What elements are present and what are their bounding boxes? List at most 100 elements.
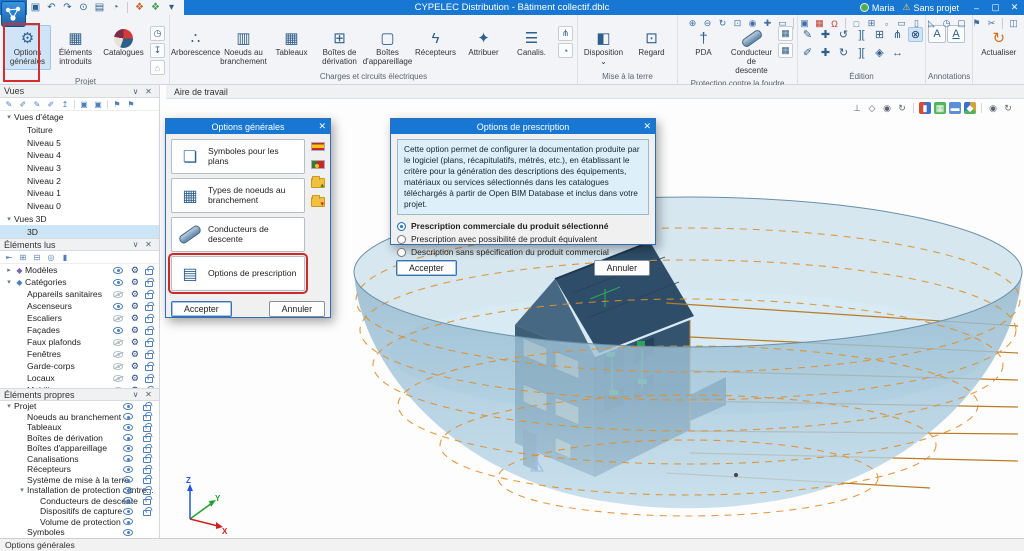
- elements-lus-close-icon[interactable]: ✕: [142, 240, 155, 249]
- canalis-button[interactable]: ☰Canalis.: [508, 25, 555, 61]
- tree-item-noeuds-au-branchement[interactable]: Noeuds au branchement: [0, 412, 159, 423]
- lock-toggle-icon[interactable]: [143, 486, 151, 495]
- move-view-icon[interactable]: ✚: [761, 17, 774, 30]
- tree-item-niveau-4[interactable]: Niveau 4: [0, 149, 159, 162]
- options-gear-icon[interactable]: ⚙: [131, 313, 139, 324]
- tree-item-appareils-sanitaires[interactable]: Appareils sanitaires⚙: [0, 288, 159, 300]
- tree-item-symboles[interactable]: Symboles: [0, 527, 159, 538]
- visibility-toggle-icon[interactable]: [123, 403, 133, 410]
- visibility-toggle-icon[interactable]: [113, 339, 123, 346]
- portugal-flag-icon[interactable]: [311, 160, 325, 169]
- symetrie-axe-button[interactable]: ][: [854, 45, 869, 60]
- tree-item-fen-tres[interactable]: Fenêtres⚙: [0, 348, 159, 360]
- protractor-icon[interactable]: ◺: [925, 17, 938, 30]
- options-generales-button[interactable]: ⚙Options générales: [4, 25, 51, 70]
- visibility-toggle-icon[interactable]: [113, 315, 123, 322]
- tree-item-niveau-5[interactable]: Niveau 5: [0, 136, 159, 149]
- options-gear-icon[interactable]: ⚙: [131, 337, 139, 348]
- lock-toggle-icon[interactable]: [145, 302, 153, 311]
- edit-view-icon[interactable]: ✎: [3, 99, 15, 110]
- lock-toggle-icon[interactable]: [145, 266, 153, 275]
- tree-item-bo-tes-d-appareillage[interactable]: Boîtes d'appareillage: [0, 443, 159, 454]
- visibility-toggle-icon[interactable]: [123, 508, 133, 515]
- copy-view-icon[interactable]: ▣: [78, 99, 90, 110]
- deplacer-point-button[interactable]: ✚: [818, 45, 833, 60]
- lock-toggle-icon[interactable]: [145, 278, 153, 287]
- visibility-toggle-icon[interactable]: [123, 445, 133, 452]
- tree-item-toiture[interactable]: Toiture: [0, 124, 159, 137]
- annuler-button[interactable]: Annuler: [594, 260, 650, 276]
- types-de-noeuds-au-branchement-button[interactable]: ▦Types de noeuds au branchement: [171, 178, 305, 213]
- tree-item-niveau-1[interactable]: Niveau 1: [0, 187, 159, 200]
- tree-item-canalisations[interactable]: Canalisations: [0, 454, 159, 465]
- radio-icon[interactable]: [397, 248, 406, 257]
- options-gear-icon[interactable]: ⚙: [131, 361, 139, 372]
- edit-reference-icon[interactable]: ✎: [31, 99, 43, 110]
- visibility-toggle-icon[interactable]: [113, 351, 123, 358]
- grid-config-icon[interactable]: ▦: [813, 17, 826, 30]
- effacer-button[interactable]: ✐: [800, 45, 815, 60]
- tree-item-3d[interactable]: 3D: [0, 225, 159, 238]
- tree-item-syst-me-de-mise-la-terre[interactable]: Système de mise à la terre: [0, 475, 159, 486]
- show-references-icon[interactable]: ⚑: [111, 99, 123, 110]
- maille-au-sol-button[interactable]: ▦: [778, 43, 793, 58]
- zoom-previous-icon[interactable]: ⊖: [701, 17, 714, 30]
- dialog-close-icon[interactable]: ✕: [318, 119, 326, 134]
- history-icon[interactable]: ◷: [940, 17, 953, 30]
- catalogues-button[interactable]: Catalogues: [100, 25, 147, 61]
- split-view-icon[interactable]: ◫: [1007, 17, 1020, 30]
- view-3d-icon[interactable]: ◔: [109, 1, 122, 14]
- visibility-toggle-icon[interactable]: [113, 267, 123, 274]
- visibility-toggle-icon[interactable]: [123, 434, 133, 441]
- lock-toggle-icon[interactable]: [143, 475, 151, 484]
- work-area-tab[interactable]: Aire de travail: [166, 85, 1024, 99]
- search-icon[interactable]: ⊙: [77, 1, 90, 14]
- tree-arrow-icon[interactable]: ▾: [4, 278, 14, 286]
- visibility-icon[interactable]: ◉: [987, 102, 999, 114]
- tree-item-vues-d-tage[interactable]: ▾Vues d'étage: [0, 111, 159, 124]
- tree-item-garde-corps[interactable]: Garde-corps⚙: [0, 360, 159, 372]
- tree-item-ascenseurs[interactable]: Ascenseurs⚙: [0, 300, 159, 312]
- lock-toggle-icon[interactable]: [143, 465, 151, 474]
- visibility-toggle-icon[interactable]: [123, 424, 133, 431]
- elements-propres-collapse-icon[interactable]: ∨: [129, 390, 142, 399]
- expand-level-icon[interactable]: ⊞: [17, 252, 29, 263]
- lock-toggle-icon[interactable]: [145, 326, 153, 335]
- sheet-icon[interactable]: ▢: [955, 17, 968, 30]
- redimensionner-button[interactable]: ↔: [890, 45, 905, 60]
- tree-item-installation-de-protection-contre-[interactable]: ▾Installation de protection contre...: [0, 485, 159, 496]
- lock-toggle-icon[interactable]: [143, 412, 151, 421]
- conducteur-de-descente-button[interactable]: Conducteur de descente: [728, 25, 775, 78]
- radio-icon[interactable]: [397, 235, 406, 244]
- vues-collapse-icon[interactable]: ∨: [129, 87, 142, 96]
- collapse-all-icon[interactable]: ⇤: [3, 252, 15, 263]
- options-gear-icon[interactable]: ⚙: [131, 301, 139, 312]
- visibility-toggle-icon[interactable]: [123, 529, 133, 536]
- clip-red-blue-icon[interactable]: ▮: [919, 102, 931, 114]
- tableaux-button[interactable]: ▦Tableaux: [268, 25, 315, 61]
- visibility-toggle-icon[interactable]: [123, 466, 133, 473]
- camera-icon[interactable]: ◉: [881, 102, 893, 114]
- project-status-chip[interactable]: ⚠Sans projet: [902, 2, 959, 13]
- full-screen-icon[interactable]: ▭: [776, 17, 789, 30]
- modele-bim-button[interactable]: ⌂: [150, 60, 165, 75]
- lock-toggle-icon[interactable]: [143, 454, 151, 463]
- options-gear-icon[interactable]: ⚙: [131, 325, 139, 336]
- delete-view-icon[interactable]: ✐: [45, 99, 57, 110]
- tree-arrow-icon[interactable]: ▾: [4, 402, 14, 410]
- isometric-icon[interactable]: ◇: [866, 102, 878, 114]
- dimension-icon[interactable]: ▭: [895, 17, 908, 30]
- visibility-toggle-icon[interactable]: [123, 518, 133, 525]
- visibility-toggle-icon[interactable]: [113, 363, 123, 370]
- tree-item-niveau-2[interactable]: Niveau 2: [0, 174, 159, 187]
- lock-toggle-icon[interactable]: [143, 423, 151, 432]
- visibility-toggle-icon[interactable]: [113, 327, 123, 334]
- tree-item-dispositifs-de-capture[interactable]: Dispositifs de capture: [0, 506, 159, 517]
- lock-toggle-icon[interactable]: [143, 496, 151, 505]
- zoom-fit-icon[interactable]: ⊕: [686, 17, 699, 30]
- orbit-icon[interactable]: ↻: [716, 17, 729, 30]
- regard-button[interactable]: ⊡Regard: [628, 25, 675, 61]
- magnet-icon[interactable]: Ω: [828, 17, 841, 30]
- symboles-pour-les-plans-button[interactable]: ❏Symboles pour les plans: [171, 139, 305, 174]
- orbit-icon[interactable]: ↻: [896, 102, 908, 114]
